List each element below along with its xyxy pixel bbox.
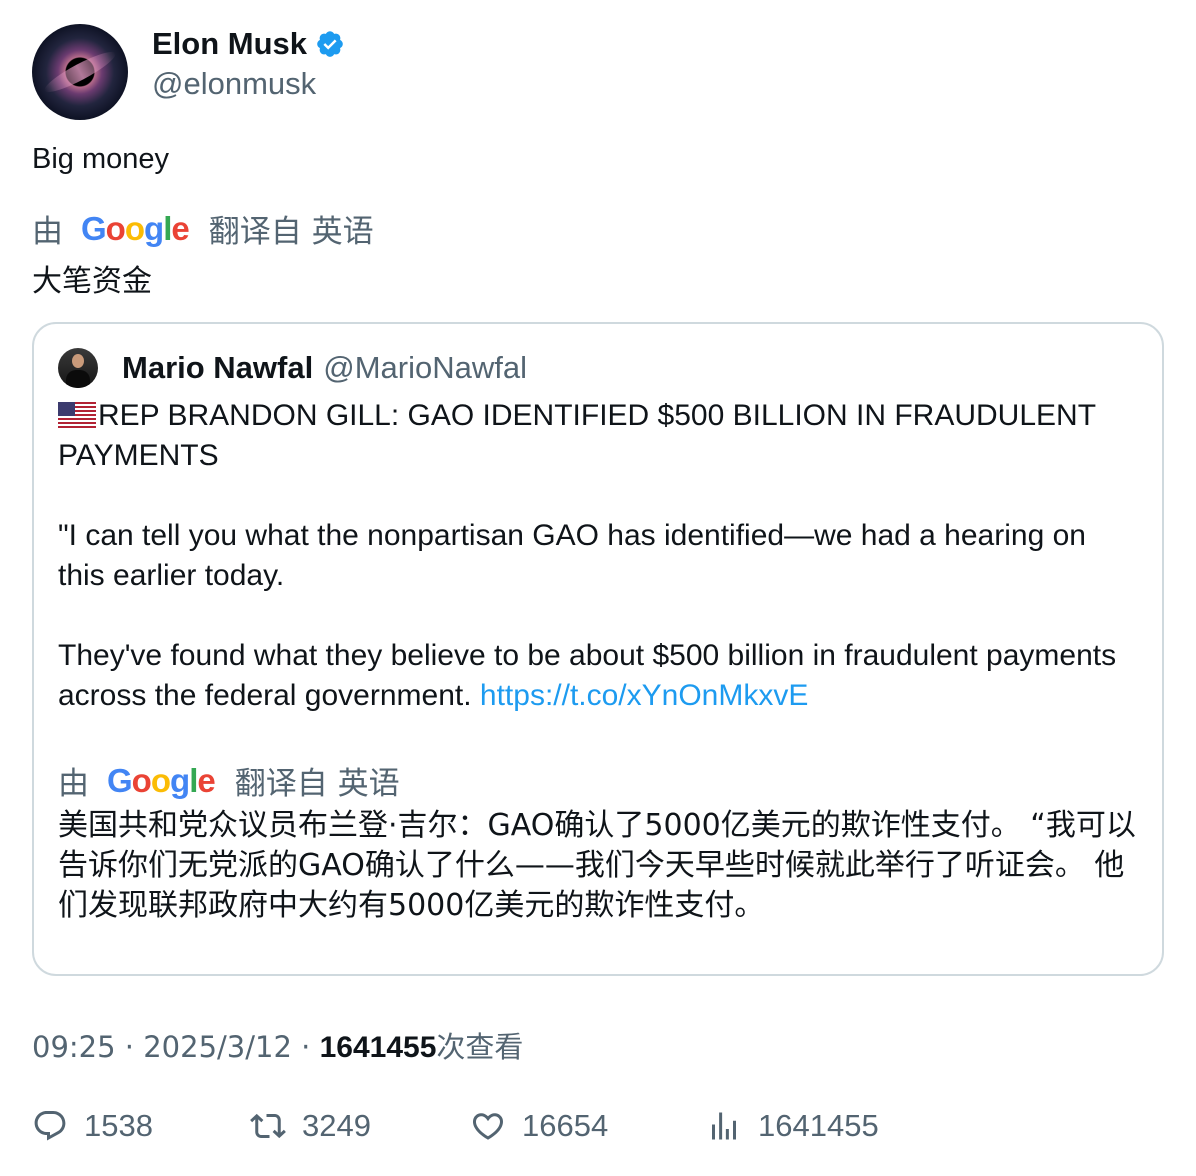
quoted-translation-attribution[interactable]: 由 Google 翻译自 英语 [58, 758, 400, 803]
views-action-count: 1641455 [758, 1108, 879, 1143]
quoted-translated-by-label: 由 [58, 766, 89, 802]
retweet-button[interactable]: 3249 [250, 1108, 371, 1144]
tweet-time[interactable]: 09:25 [32, 1030, 116, 1064]
views-button[interactable]: 1641455 [706, 1108, 879, 1144]
translated-tweet-text: 大笔资金 [32, 264, 152, 299]
views-count: 1641455 [319, 1031, 437, 1064]
quoted-author-display-name: Mario Nawfal [122, 350, 314, 385]
quoted-headline-line: REP BRANDON GILL: GAO IDENTIFIED $500 BI… [58, 396, 1138, 476]
retweet-icon [250, 1113, 286, 1139]
tweet-text: Big money [32, 143, 170, 175]
retweet-count: 3249 [302, 1108, 371, 1143]
quoted-link[interactable]: https://t.co/xYnOnMkxvE [480, 679, 808, 712]
views-suffix: 次查看 [436, 1030, 524, 1064]
quoted-tweet-body: REP BRANDON GILL: GAO IDENTIFIED $500 BI… [58, 396, 1138, 716]
translated-by-label: 由 [32, 214, 63, 250]
quoted-translated-text: 美国共和党众议员布兰登·吉尔：GAO确认了5000亿美元的欺诈性支付。 “我可以… [58, 808, 1136, 923]
tweet-meta: 09:25 · 2025/3/12 · 1641455次查看 [32, 1024, 523, 1066]
views-chart-icon [712, 1112, 736, 1140]
translated-from-label: 翻译自 英语 [208, 214, 374, 250]
verified-badge-icon [317, 31, 343, 57]
quoted-author-handle: @MarioNawfal [323, 350, 527, 385]
quoted-translated-from-label: 翻译自 英语 [234, 766, 400, 802]
action-bar: 1538 3249 16654 1641455 [32, 1108, 1132, 1152]
quoted-author-avatar [58, 348, 98, 388]
heart-icon [472, 1113, 504, 1140]
author-handle[interactable]: @elonmusk [152, 66, 345, 102]
quoted-headline: REP BRANDON GILL: GAO IDENTIFIED $500 BI… [58, 399, 1096, 472]
like-count: 16654 [522, 1108, 609, 1143]
quoted-google-logo: Google [107, 761, 216, 799]
quoted-paragraph-2-line: They've found what they believe to be ab… [58, 636, 1138, 716]
tweet-date[interactable]: 2025/3/12 [143, 1030, 292, 1064]
google-logo: Google [81, 209, 190, 247]
meta-separator: · [301, 1030, 311, 1064]
quoted-tweet-header: Mario Nawfal @MarioNawfal [58, 348, 527, 388]
tweet-header: Elon Musk @elonmusk [32, 24, 345, 120]
quoted-tweet-card[interactable]: Mario Nawfal @MarioNawfal REP BRANDON GI… [32, 322, 1164, 976]
us-flag-icon [58, 402, 96, 428]
reply-button[interactable]: 1538 [32, 1108, 153, 1144]
quoted-paragraph-1: "I can tell you what the nonpartisan GAO… [58, 519, 1086, 592]
author-names: Elon Musk @elonmusk [152, 26, 345, 102]
display-name-row: Elon Musk [152, 26, 345, 62]
author-display-name[interactable]: Elon Musk [152, 26, 307, 62]
author-avatar[interactable] [32, 24, 128, 120]
like-button[interactable]: 16654 [470, 1108, 608, 1144]
meta-separator: · [124, 1030, 135, 1064]
translation-attribution[interactable]: 由 Google 翻译自 英语 [32, 206, 374, 251]
reply-icon [34, 1111, 66, 1141]
reply-count: 1538 [84, 1108, 153, 1143]
